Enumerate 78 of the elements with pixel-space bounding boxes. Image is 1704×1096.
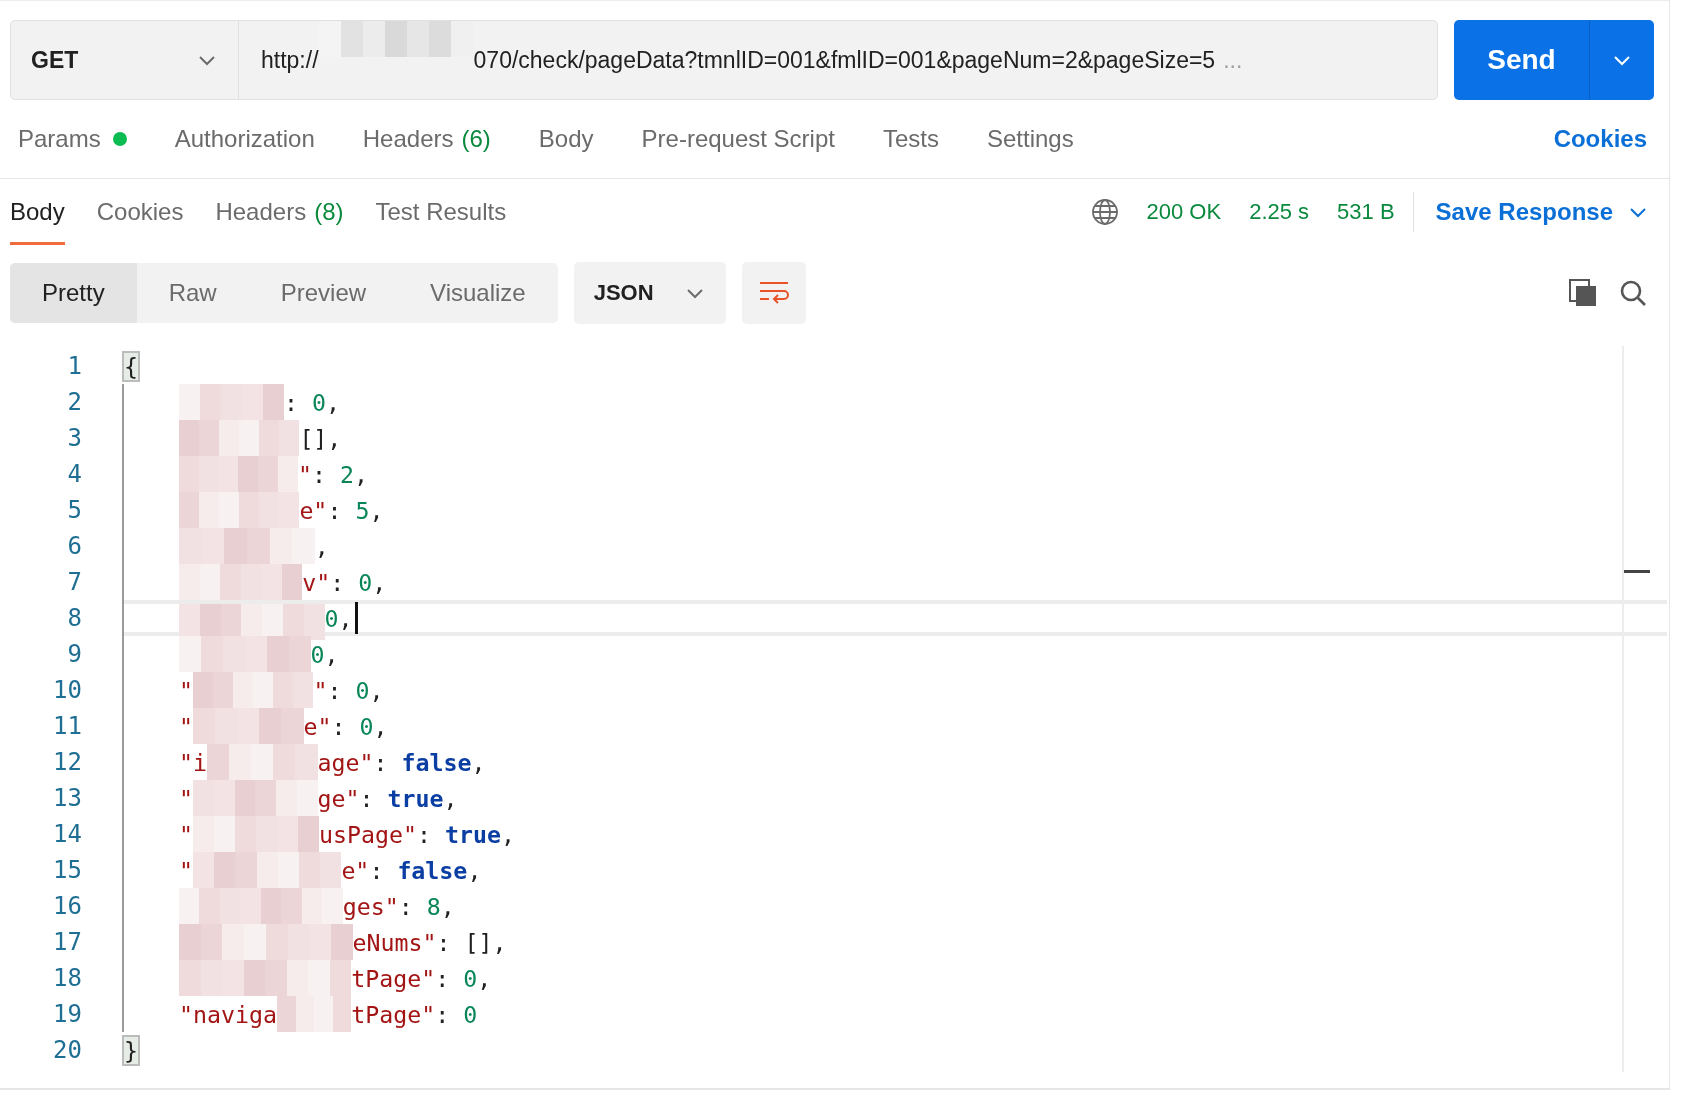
copy-icon[interactable] (1569, 279, 1597, 307)
response-tab[interactable]: Cookies (96, 179, 184, 245)
response-tab[interactable]: Headers (8) (215, 179, 344, 245)
code-text: v": 0, (302, 568, 387, 596)
code-text: ": 2, (297, 460, 368, 488)
wrap-lines-button[interactable] (741, 262, 806, 324)
response-time: 2.25 s (1249, 199, 1310, 225)
code-text: tPage": 0 (351, 1000, 478, 1028)
line-number: 12 (52, 748, 82, 776)
line-number: 4 (66, 460, 82, 488)
line-number: 18 (52, 964, 82, 992)
line-number: 5 (66, 496, 82, 524)
status-code: 200 OK (1146, 199, 1222, 225)
code-text: e": 5, (299, 496, 384, 524)
code-text: 0, (324, 604, 353, 632)
line-number: 7 (66, 568, 82, 596)
code-text: eNums": [], (352, 928, 507, 956)
request-tab[interactable]: Params (18, 125, 127, 153)
save-response-button[interactable]: Save Response (1435, 198, 1647, 226)
request-tab[interactable]: Pre-request Script (641, 125, 835, 153)
line-number: 17 (52, 928, 82, 956)
response-tab[interactable]: Body (10, 179, 65, 245)
line-number: 6 (66, 532, 82, 560)
code-text: " (179, 856, 193, 884)
line-number: 3 (66, 424, 82, 452)
line-number: 20 (52, 1036, 82, 1064)
code-text: " (179, 712, 193, 740)
code-text: , (314, 532, 329, 560)
search-icon[interactable] (1619, 279, 1647, 307)
code-text: " (179, 676, 193, 704)
chevron-down-icon (1629, 206, 1647, 218)
view-mode-tab[interactable]: Preview (248, 263, 399, 323)
request-tab[interactable]: Settings (986, 125, 1074, 153)
scroll-marker (1624, 570, 1650, 573)
code-text: usPage": true, (318, 820, 515, 848)
code-text: e": false, (341, 856, 482, 884)
code-text: ": 0, (313, 676, 384, 704)
view-mode-tab[interactable]: Visualize (398, 263, 558, 323)
wrap-lines-icon (758, 280, 789, 306)
code-text: " (179, 784, 193, 812)
matched-bracket: } (124, 1036, 138, 1064)
line-number: 9 (66, 640, 82, 668)
code-text: ge": true, (317, 784, 458, 812)
line-number: 1 (66, 352, 82, 380)
code-text: e": 0, (303, 712, 388, 740)
line-number: 8 (66, 604, 82, 632)
matched-bracket: { (124, 352, 138, 380)
code-text: age": false, (317, 748, 486, 776)
code-text: 0, (310, 640, 339, 668)
request-tab[interactable]: Authorization (174, 125, 315, 153)
request-tab[interactable]: Tests (882, 125, 939, 153)
code-text: "i (179, 748, 207, 776)
code-text: " (179, 820, 193, 848)
code-text: ges": 8, (342, 892, 455, 920)
line-number: 16 (52, 892, 82, 920)
line-number: 13 (52, 784, 82, 812)
line-number: 11 (52, 712, 82, 740)
view-mode-tab[interactable]: Raw (136, 263, 249, 323)
line-number: 10 (52, 676, 82, 704)
request-tab[interactable]: Headers (6) (362, 125, 491, 153)
request-tab[interactable]: Body (538, 125, 594, 153)
globe-icon[interactable] (1090, 198, 1119, 226)
text-cursor (354, 602, 358, 634)
format-dropdown[interactable]: JSON (573, 262, 726, 324)
chevron-down-icon (1613, 54, 1631, 66)
code-text: "naviga (179, 1000, 277, 1028)
view-mode-tab[interactable]: Pretty (10, 263, 137, 323)
chevron-down-icon (685, 287, 704, 299)
code-text: [], (299, 424, 342, 452)
line-number: 2 (66, 388, 82, 416)
code-text: : 0, (283, 388, 340, 416)
line-number: 15 (52, 856, 82, 884)
line-number: 19 (52, 1000, 82, 1028)
line-number: 14 (52, 820, 82, 848)
response-tab[interactable]: Test Results (375, 179, 507, 245)
cookies-link[interactable]: Cookies (1553, 125, 1647, 153)
code-text: tPage": 0, (351, 964, 492, 992)
response-size: 531 B (1337, 199, 1395, 225)
